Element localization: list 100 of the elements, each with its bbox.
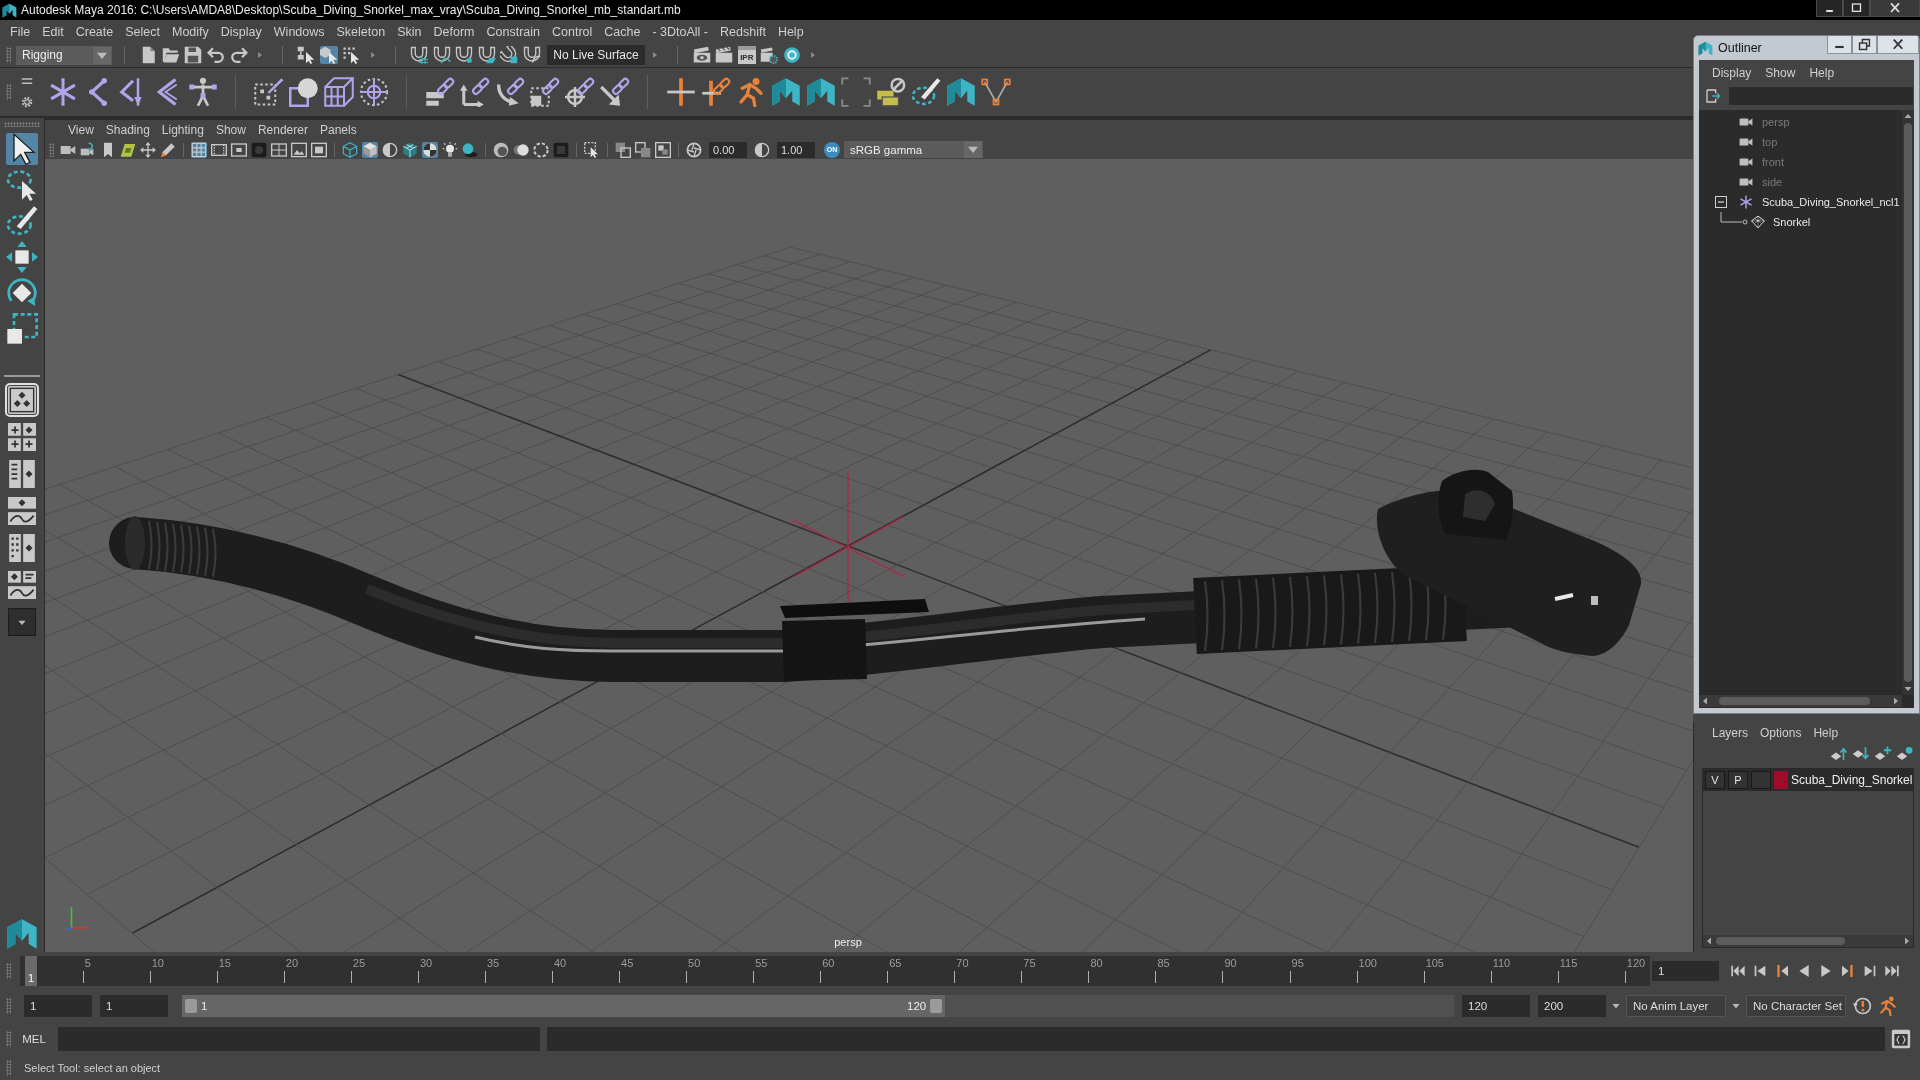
exposure-field[interactable]: 0.00 xyxy=(709,141,747,158)
outliner-search-field[interactable] xyxy=(1729,87,1913,105)
gamma-field[interactable]: 1.00 xyxy=(777,141,815,158)
menu-item[interactable]: File xyxy=(4,24,37,39)
layer-menu-item[interactable]: Layers xyxy=(1706,726,1755,740)
command-input-field[interactable] xyxy=(58,1027,540,1051)
step-forward-icon[interactable] xyxy=(1862,963,1878,979)
restore-icon[interactable] xyxy=(1852,36,1877,54)
squares-link-icon[interactable] xyxy=(529,77,560,107)
menu-item[interactable]: Skeleton xyxy=(330,24,392,39)
layer-color-swatch[interactable] xyxy=(1774,771,1788,789)
panel-menu-item[interactable]: Lighting xyxy=(155,123,210,137)
undo-icon[interactable] xyxy=(207,46,226,64)
lasso-brush-icon[interactable] xyxy=(6,205,38,237)
settings-icon[interactable] xyxy=(20,95,34,109)
minus-box-icon[interactable] xyxy=(1715,196,1727,208)
outliner-menu-item[interactable]: Show xyxy=(1758,66,1803,80)
range-handle[interactable] xyxy=(930,999,943,1013)
playback-end-field[interactable]: 120 xyxy=(1462,995,1530,1017)
clapperboard-icon[interactable] xyxy=(715,46,734,64)
outliner-item[interactable]: side xyxy=(1699,172,1902,192)
lasso-brush-icon[interactable] xyxy=(910,77,941,107)
diamond-up-arrow-icon[interactable] xyxy=(1830,745,1848,763)
shaded-cube-icon[interactable] xyxy=(362,141,378,158)
outliner-menu-item[interactable]: Help xyxy=(1802,66,1842,80)
menu-item[interactable]: - 3DtoAll - xyxy=(646,24,714,39)
grip-handle[interactable] xyxy=(6,1031,11,1047)
aperture-icon[interactable] xyxy=(686,141,702,158)
cross-icon[interactable] xyxy=(665,77,696,107)
redo-icon[interactable] xyxy=(229,46,248,64)
grip-handle[interactable] xyxy=(49,142,54,157)
time-ruler[interactable]: 1 5 10 15 20 25 30 35 40 45 50 55 60 65 70 75 80 85 90 95 100 105 110 115 120 xyxy=(20,956,1650,986)
scrollbar-thumb[interactable] xyxy=(1716,937,1845,945)
playback-toggle[interactable]: P xyxy=(1728,771,1748,789)
maximize-icon[interactable] xyxy=(1843,0,1870,17)
sphere-square-icon[interactable] xyxy=(288,77,319,107)
stacked-cards-icon[interactable] xyxy=(875,77,906,107)
scrollbar-thumb[interactable] xyxy=(1904,123,1912,682)
dotted-square-brush-icon[interactable] xyxy=(253,77,284,107)
grip-handle[interactable] xyxy=(6,84,11,100)
list-pane-layout-icon[interactable] xyxy=(8,460,36,488)
grip-handle[interactable] xyxy=(4,122,40,127)
menu-item[interactable]: Cache xyxy=(598,24,647,39)
hierarchy-cursor-icon[interactable] xyxy=(297,46,316,64)
visibility-toggle[interactable]: V xyxy=(1705,771,1725,789)
magnet-point-icon[interactable] xyxy=(455,46,474,64)
dotted-circle-icon[interactable] xyxy=(358,77,389,107)
panel-menu-item[interactable]: View xyxy=(62,123,100,137)
close-icon[interactable] xyxy=(1870,0,1920,17)
rotate-diamond-icon[interactable] xyxy=(6,277,38,309)
lightbulb-icon[interactable] xyxy=(442,141,458,158)
pencil-icon[interactable] xyxy=(160,141,176,158)
arrow-cursor-icon[interactable] xyxy=(6,133,38,165)
key-forward-icon[interactable] xyxy=(1840,963,1856,979)
view-transform-dropdown[interactable]: sRGB gamma xyxy=(844,141,983,158)
channel-pane-layout-icon[interactable] xyxy=(8,534,36,562)
scale-squares-icon[interactable] xyxy=(6,313,38,345)
outliner-item[interactable]: Scuba_Diving_Snorkel_ncl1 xyxy=(1699,192,1902,212)
live-surface-field[interactable]: No Live Surface xyxy=(547,45,646,65)
clock-key-icon[interactable] xyxy=(1852,996,1872,1016)
box-arrow-icon[interactable] xyxy=(1705,88,1721,104)
outliner-item[interactable]: top xyxy=(1699,132,1902,152)
minimize-icon[interactable] xyxy=(1816,0,1843,17)
clapperboard-gear-icon[interactable] xyxy=(760,46,779,64)
menu-item[interactable]: Edit xyxy=(36,24,70,39)
magnet-curve-icon[interactable] xyxy=(432,46,451,64)
playback-start-field[interactable]: 1 xyxy=(100,995,168,1017)
menu-item[interactable]: Create xyxy=(69,24,120,39)
grip-handle[interactable] xyxy=(6,998,11,1014)
half-disc-icon[interactable] xyxy=(382,141,398,158)
menu-item[interactable]: Deform xyxy=(427,24,481,39)
anim-layer-dropdown[interactable]: No Anim Layer xyxy=(1626,995,1726,1017)
menu-item[interactable]: Windows xyxy=(267,24,331,39)
stick-figure-icon[interactable] xyxy=(187,77,218,107)
range-handle[interactable] xyxy=(185,999,197,1013)
range-slider-track[interactable]: 1 120 xyxy=(182,995,1454,1017)
chart-grid-icon[interactable] xyxy=(271,141,287,158)
v-shape-points-icon[interactable] xyxy=(980,77,1011,107)
minimize-icon[interactable] xyxy=(1827,36,1852,54)
clapperboard-eye-icon[interactable] xyxy=(692,46,711,64)
menu-item[interactable]: Control xyxy=(546,24,599,39)
cube-cursor-icon[interactable] xyxy=(319,46,338,64)
panel-menu-item[interactable]: Shading xyxy=(99,123,156,137)
m-logo-icon[interactable] xyxy=(945,77,976,107)
outliner-menu-item[interactable]: Display xyxy=(1705,66,1759,80)
menu-item[interactable]: Skin xyxy=(391,24,428,39)
framed-squares-icon[interactable] xyxy=(655,141,671,158)
corner-brackets-icon[interactable] xyxy=(840,77,871,107)
key-back-icon[interactable] xyxy=(1774,963,1790,979)
m-logo-icon[interactable] xyxy=(805,77,836,107)
framed-braces-icon[interactable] xyxy=(1891,1029,1911,1049)
wire-box-icon[interactable] xyxy=(323,77,354,107)
checker-ball-icon[interactable] xyxy=(422,141,438,158)
layer-menu-item[interactable]: Options xyxy=(1754,726,1808,740)
four-pane-layout-icon[interactable] xyxy=(8,423,36,451)
grip-handle[interactable] xyxy=(6,963,11,979)
pan-arrows-icon[interactable] xyxy=(140,141,156,158)
grip-handle[interactable] xyxy=(6,47,11,63)
magnet-plane-icon[interactable] xyxy=(477,46,496,64)
rectangles-link-icon[interactable] xyxy=(424,77,455,107)
